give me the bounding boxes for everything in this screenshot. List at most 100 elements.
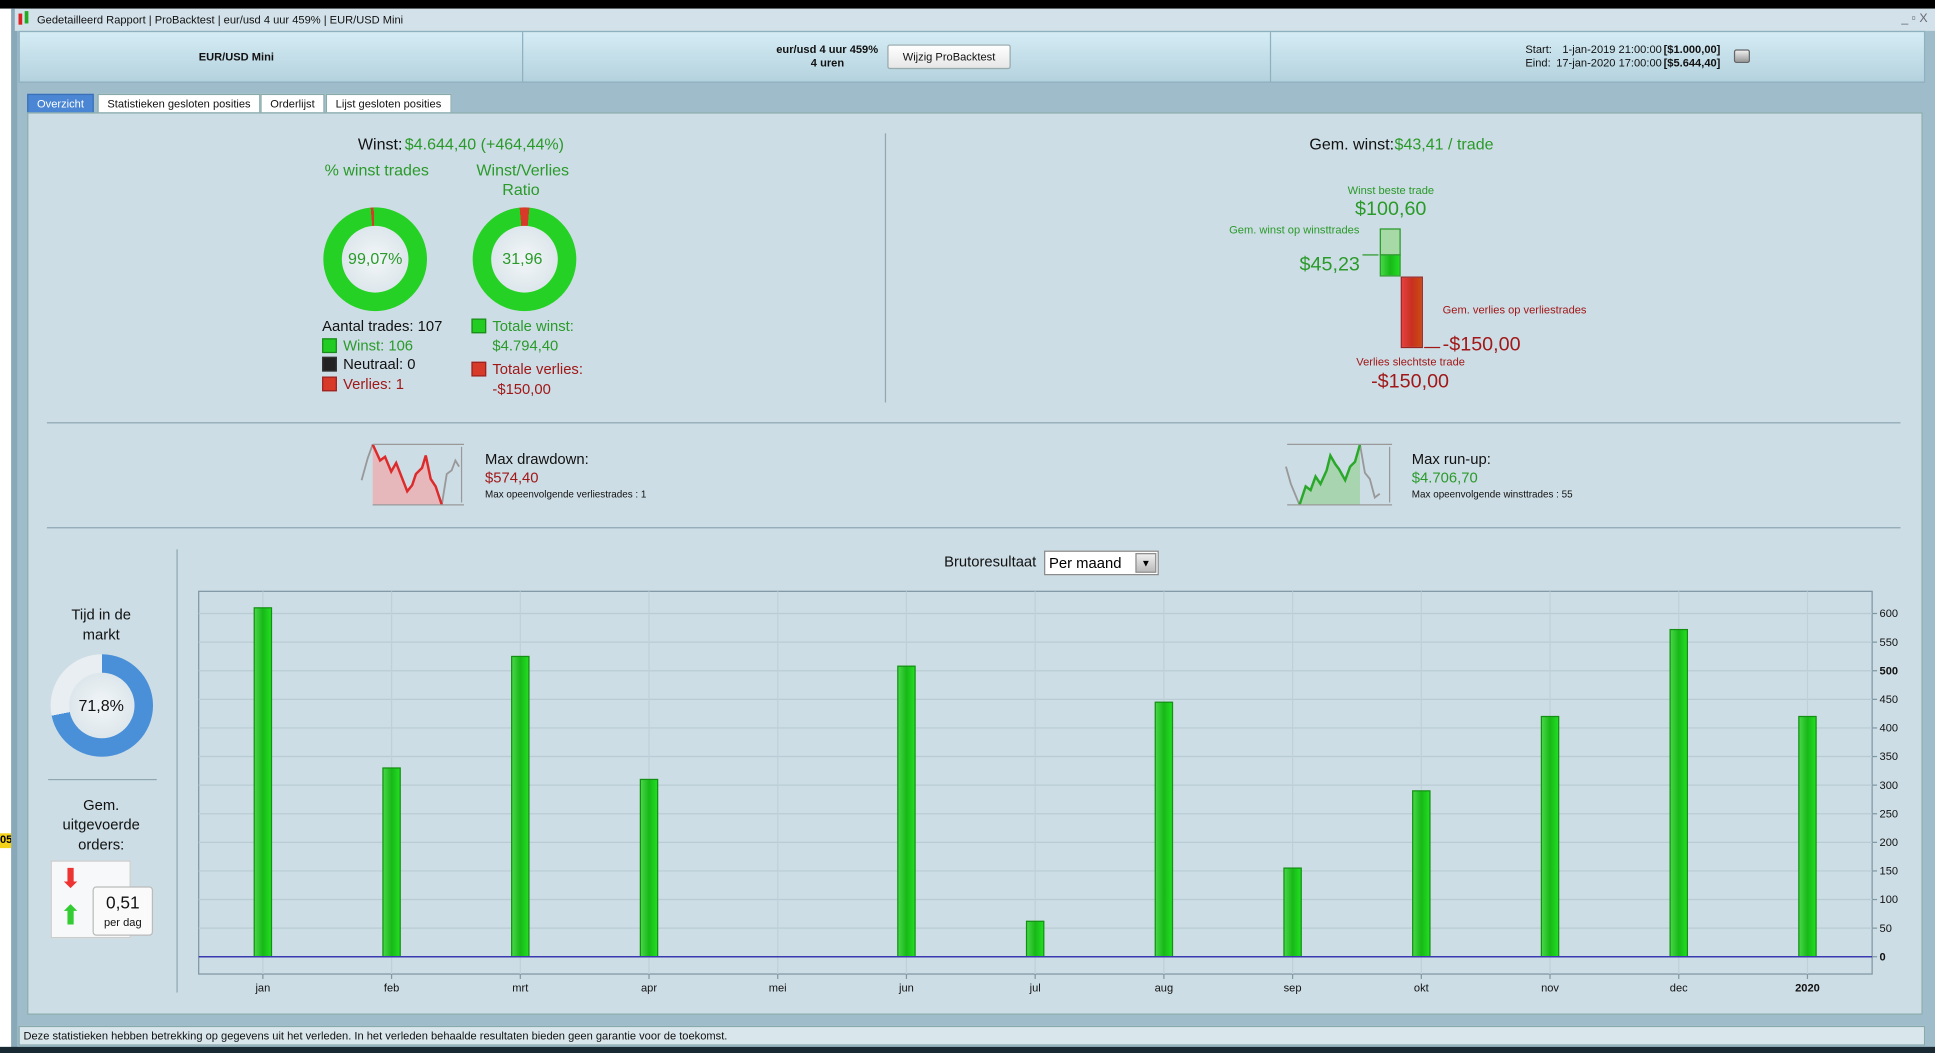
avg-loss-bar [1400,276,1423,349]
modify-probacktest-button[interactable]: Wijzig ProBacktest [887,44,1011,70]
period-select-value: Per maand [1048,554,1122,572]
start-value: 1-jan-2019 21:00:00 [1562,43,1662,56]
avg-win-label: Gem. winst op winsttrades [1229,223,1360,236]
ratio-value: 31,96 [502,249,543,268]
y-tick-label: 300 [1880,780,1899,792]
report-header: EUR/USD Mini eur/usd 4 uur 459% 4 uren W… [18,30,1926,83]
runup-label: Max run-up: [1411,450,1491,468]
end-value: 17-jan-2020 17:00:00 [1556,56,1662,70]
status-bar: Deze statistieken hebben betrekking op g… [18,1025,1926,1046]
start-capital: [$1.000,00] [1663,43,1721,56]
market-time-title-2: markt [82,625,120,644]
x-tick-label: sep [1284,982,1302,994]
orders-unit: per dag [103,915,142,929]
wins-count: Winst: 106 [343,337,414,355]
top-bar [0,0,1935,9]
bar-jul [1025,920,1045,958]
app-icon-green [24,11,29,24]
best-trade-label: Winst beste trade [1347,183,1435,197]
bar-okt [1412,790,1431,958]
market-time-title-1: Tijd in de [71,606,131,624]
win-swatch [322,338,337,354]
bar-dec [1669,628,1689,958]
losses-count: Verlies: 1 [343,375,404,393]
runup-sub: Max opeenvolgende winsttrades : 55 [1411,488,1573,500]
y-tick-label: 550 [1880,637,1899,649]
avg-label: Gem. winst: [1309,134,1395,154]
side-badge: 05 [0,833,12,849]
y-tick-label: 150 [1880,866,1899,878]
y-tick-label: 500 [1880,665,1899,677]
bar-apr [639,778,659,958]
bar-jan [253,607,273,958]
drawdown-label: Max drawdown: [485,450,589,468]
total-win: Totale winst: [471,317,574,335]
orders-title-1: Gem. [83,796,120,814]
tab-statistieken[interactable]: Statistieken gesloten posities [97,93,261,114]
profit-label: Winst: [357,134,403,154]
title-bar: Gedetailleerd Rapport | ProBacktest | eu… [14,8,1935,31]
runup-chart-icon [1285,443,1393,506]
x-tick-label: mrt [512,982,528,994]
tab-overzicht[interactable]: Overzicht [27,93,94,114]
instrument-name: EUR/USD Mini [198,50,274,63]
neutral-count: Neutraal: 0 [343,355,416,373]
loss-swatch [471,361,487,377]
end-label: Eind: [1525,56,1551,70]
profit-value: $4.644,40 (+464,44%) [404,134,565,154]
system-section: eur/usd 4 uur 459% 4 uren Wijzig ProBack… [523,32,1272,82]
total-win-value: $4.794,40 [492,337,559,355]
x-tick-label: apr [641,982,657,994]
x-tick-label: dec [1670,982,1688,994]
bar-2020 [1798,715,1817,958]
buy-arrow-icon: ⬆ [59,899,82,931]
avg-win-bar [1379,254,1401,277]
taskbar [0,1046,1935,1053]
worst-trade-label: Verlies slechtste trade [1356,355,1465,368]
app-icon [18,13,23,25]
avg-win-value: $45,23 [1299,254,1360,276]
wins-legend: Winst: 106 [322,337,413,354]
orders-title-3: orders: [78,835,125,854]
divider [176,549,178,993]
ratio-title-2: Ratio [502,180,540,199]
drawdown-value: $574,40 [485,469,539,487]
ratio-title-1: Winst/Verlies [476,160,570,180]
chevron-down-icon[interactable]: ▼ [1135,553,1157,573]
start-label: Start: [1525,43,1552,56]
period-select[interactable]: Per maand ▼ [1044,550,1159,576]
y-tick-label: 600 [1880,608,1899,620]
bar-sep [1283,867,1302,958]
best-trade-bar [1379,228,1401,256]
avg-win-arrow [1362,254,1379,256]
tab-gesloten-posities[interactable]: Lijst gesloten posities [325,93,452,114]
pct-win-title: % winst trades [324,160,429,180]
x-tick-label: jul [1029,982,1041,994]
tab-orderlijst[interactable]: Orderlijst [260,93,325,114]
print-icon[interactable] [1733,49,1750,63]
bar-nov [1540,715,1560,958]
x-tick-label: aug [1155,982,1174,994]
bar-feb [382,767,401,958]
y-tick-label: 400 [1880,723,1899,735]
trades-count: Aantal trades: 107 [322,317,443,335]
instrument-section: EUR/USD Mini [20,32,524,82]
avg-loss-value: -$150,00 [1442,334,1521,356]
system-name: eur/usd 4 uur 459% [776,43,879,56]
y-tick-label: 450 [1880,694,1899,706]
avg-loss-arrow [1424,346,1441,349]
win-swatch [471,318,487,334]
x-tick-label: jun [898,982,914,994]
y-tick-label: 50 [1880,923,1892,935]
bar-jun [897,665,916,958]
x-tick-label: okt [1414,982,1429,994]
bar-mrt [511,655,530,958]
x-tick-label: nov [1541,982,1559,994]
neutral-legend: Neutraal: 0 [322,355,416,373]
monthly-result-chart: 0 50 100 150 200 250 300 350 400 450 500 550 600 jan f… [198,590,1899,994]
total-loss-value: -$150,00 [492,380,551,398]
y-tick-label: 0 [1880,951,1886,963]
market-time-value: 71,8% [78,696,124,715]
x-tick-label: mei [769,982,787,994]
window-controls[interactable]: _ ▫ X [1901,9,1927,31]
